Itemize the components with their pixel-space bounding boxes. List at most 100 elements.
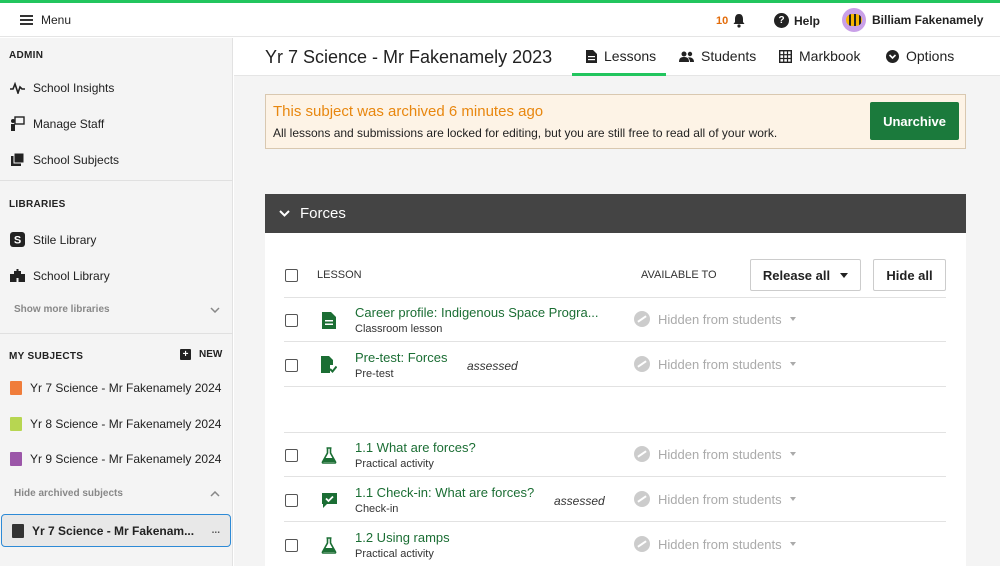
grid-icon xyxy=(779,49,792,63)
lesson-checkbox[interactable] xyxy=(285,359,298,372)
lesson-row: 1.1 Check-in: What are forces? Check-in … xyxy=(284,478,946,522)
hide-archived-label: Hide archived subjects xyxy=(14,488,123,499)
sidebar-divider xyxy=(0,333,233,334)
chevron-down-icon xyxy=(279,210,290,217)
lesson-title-link[interactable]: Pre-test: Forces xyxy=(355,350,447,365)
school-building-icon xyxy=(10,268,25,283)
lesson-type: Practical activity xyxy=(355,548,434,560)
sidebar: ADMIN School Insights Manage Staff Schoo… xyxy=(0,38,233,566)
sidebar-item-school-subjects[interactable]: School Subjects xyxy=(10,152,119,167)
sidebar-item-label: Stile Library xyxy=(33,232,97,247)
active-tab-indicator xyxy=(572,73,666,76)
tab-options[interactable]: Options xyxy=(886,48,954,64)
hide-archived-subjects-toggle[interactable]: Hide archived subjects xyxy=(14,488,220,499)
tab-label: Markbook xyxy=(799,48,861,64)
sidebar-item-subject-yr9-2024[interactable]: Yr 9 Science - Mr Fakenamely 2024 xyxy=(10,452,221,466)
sidebar-item-label: Yr 7 Science - Mr Fakenam... xyxy=(32,523,195,538)
menu-label: Menu xyxy=(41,13,72,27)
lesson-title-link[interactable]: 1.2 Using ramps xyxy=(355,530,450,545)
notification-count: 10 xyxy=(716,14,729,27)
lesson-checkbox[interactable] xyxy=(285,449,298,462)
select-all-checkbox[interactable] xyxy=(285,269,298,282)
caret-down-icon xyxy=(789,452,796,456)
archived-banner-message: All lessons and submissions are locked f… xyxy=(273,126,778,140)
visibility-dropdown[interactable]: Hidden from students xyxy=(634,311,796,327)
sidebar-item-subject-yr7-2024[interactable]: Yr 7 Science - Mr Fakenamely 2024 xyxy=(10,381,221,395)
assessed-label: assessed xyxy=(554,494,605,508)
notifications-button[interactable]: 10 xyxy=(716,13,746,28)
options-icon xyxy=(886,49,899,63)
checkin-icon xyxy=(320,490,338,510)
sidebar-item-stile-library[interactable]: S Stile Library xyxy=(10,232,96,247)
show-more-libraries-label: Show more libraries xyxy=(14,304,110,315)
tab-markbook[interactable]: Markbook xyxy=(779,48,860,64)
visibility-dropdown[interactable]: Hidden from students xyxy=(634,536,796,552)
pulse-icon xyxy=(10,80,25,95)
teacher-icon xyxy=(10,116,25,131)
visibility-label: Hidden from students xyxy=(658,536,782,552)
lesson-title-link[interactable]: 1.1 Check-in: What are forces? xyxy=(355,485,534,500)
hide-all-button[interactable]: Hide all xyxy=(873,259,946,291)
tab-lessons[interactable]: Lessons xyxy=(586,48,656,64)
archived-banner: This subject was archived 6 minutes ago … xyxy=(265,94,966,149)
lesson-checkbox[interactable] xyxy=(285,539,298,552)
my-subjects-section-title: MY SUBJECTS xyxy=(9,351,84,362)
sidebar-divider xyxy=(0,180,233,181)
sidebar-item-archived-subject[interactable]: Yr 7 Science - Mr Fakenam... ... xyxy=(1,514,231,547)
eye-off-icon xyxy=(634,356,650,372)
top-bar: Menu 10 ? Help Billiam Fakenamely xyxy=(0,3,1000,37)
tab-students[interactable]: Students xyxy=(679,48,756,64)
document-icon xyxy=(320,310,338,330)
assessed-label: assessed xyxy=(467,359,518,373)
document-icon xyxy=(586,49,597,63)
new-subject-button[interactable]: + NEW xyxy=(180,349,222,360)
visibility-label: Hidden from students xyxy=(658,356,782,372)
sidebar-item-school-insights[interactable]: School Insights xyxy=(10,80,114,95)
lesson-list-header: LESSON AVAILABLE TO Release all Hide all xyxy=(284,254,946,298)
more-options-icon[interactable]: ... xyxy=(212,525,220,536)
visibility-dropdown[interactable]: Hidden from students xyxy=(634,491,796,507)
subject-color-icon xyxy=(10,417,22,431)
lesson-title-link[interactable]: 1.1 What are forces? xyxy=(355,440,476,455)
lesson-title-link[interactable]: Career profile: Indigenous Space Progra.… xyxy=(355,305,599,320)
stile-logo-icon: S xyxy=(10,232,25,247)
lesson-checkbox[interactable] xyxy=(285,494,298,507)
sidebar-item-school-library[interactable]: School Library xyxy=(10,268,110,283)
eye-off-icon xyxy=(634,311,650,327)
release-all-dropdown[interactable]: Release all xyxy=(750,259,861,291)
lesson-row: Career profile: Indigenous Space Progra.… xyxy=(284,298,946,342)
sidebar-item-manage-staff[interactable]: Manage Staff xyxy=(10,116,104,131)
help-button[interactable]: ? Help xyxy=(774,13,820,28)
menu-button[interactable]: Menu xyxy=(20,13,71,27)
release-all-label: Release all xyxy=(762,267,831,283)
avatar xyxy=(842,8,866,32)
unit-title: Forces xyxy=(300,205,346,222)
sidebar-item-label: School Library xyxy=(33,268,110,283)
pretest-icon xyxy=(320,355,338,375)
visibility-dropdown[interactable]: Hidden from students xyxy=(634,446,796,462)
page-title: Yr 7 Science - Mr Fakenamely 2023 xyxy=(265,47,553,67)
sidebar-item-label: Manage Staff xyxy=(33,116,105,131)
new-label: NEW xyxy=(199,349,223,360)
show-more-libraries-toggle[interactable]: Show more libraries xyxy=(14,304,220,315)
sidebar-item-label: Yr 8 Science - Mr Fakenamely 2024 xyxy=(30,417,222,431)
books-icon xyxy=(10,152,25,167)
sidebar-item-label: Yr 7 Science - Mr Fakenamely 2024 xyxy=(30,381,222,395)
archived-banner-title: This subject was archived 6 minutes ago xyxy=(273,103,544,120)
visibility-dropdown[interactable]: Hidden from students xyxy=(634,356,796,372)
unit-header-forces[interactable]: Forces xyxy=(265,194,966,233)
sidebar-item-subject-yr8-2024[interactable]: Yr 8 Science - Mr Fakenamely 2024 xyxy=(10,417,221,431)
sidebar-item-label: School Subjects xyxy=(33,152,120,167)
column-available-to: AVAILABLE TO xyxy=(641,269,717,281)
caret-down-icon xyxy=(789,317,796,321)
eye-off-icon xyxy=(634,491,650,507)
eye-off-icon xyxy=(634,536,650,552)
unarchive-button[interactable]: Unarchive xyxy=(870,102,959,140)
tab-label: Lessons xyxy=(604,48,657,64)
help-icon: ? xyxy=(774,13,789,28)
main-content: Yr 7 Science - Mr Fakenamely 2023 Lesson… xyxy=(234,38,1000,566)
lesson-row: 1.2 Using ramps Practical activity Hidde… xyxy=(284,523,946,566)
user-menu[interactable]: Billiam Fakenamely xyxy=(842,8,983,32)
lesson-checkbox[interactable] xyxy=(285,314,298,327)
help-label: Help xyxy=(794,13,821,28)
